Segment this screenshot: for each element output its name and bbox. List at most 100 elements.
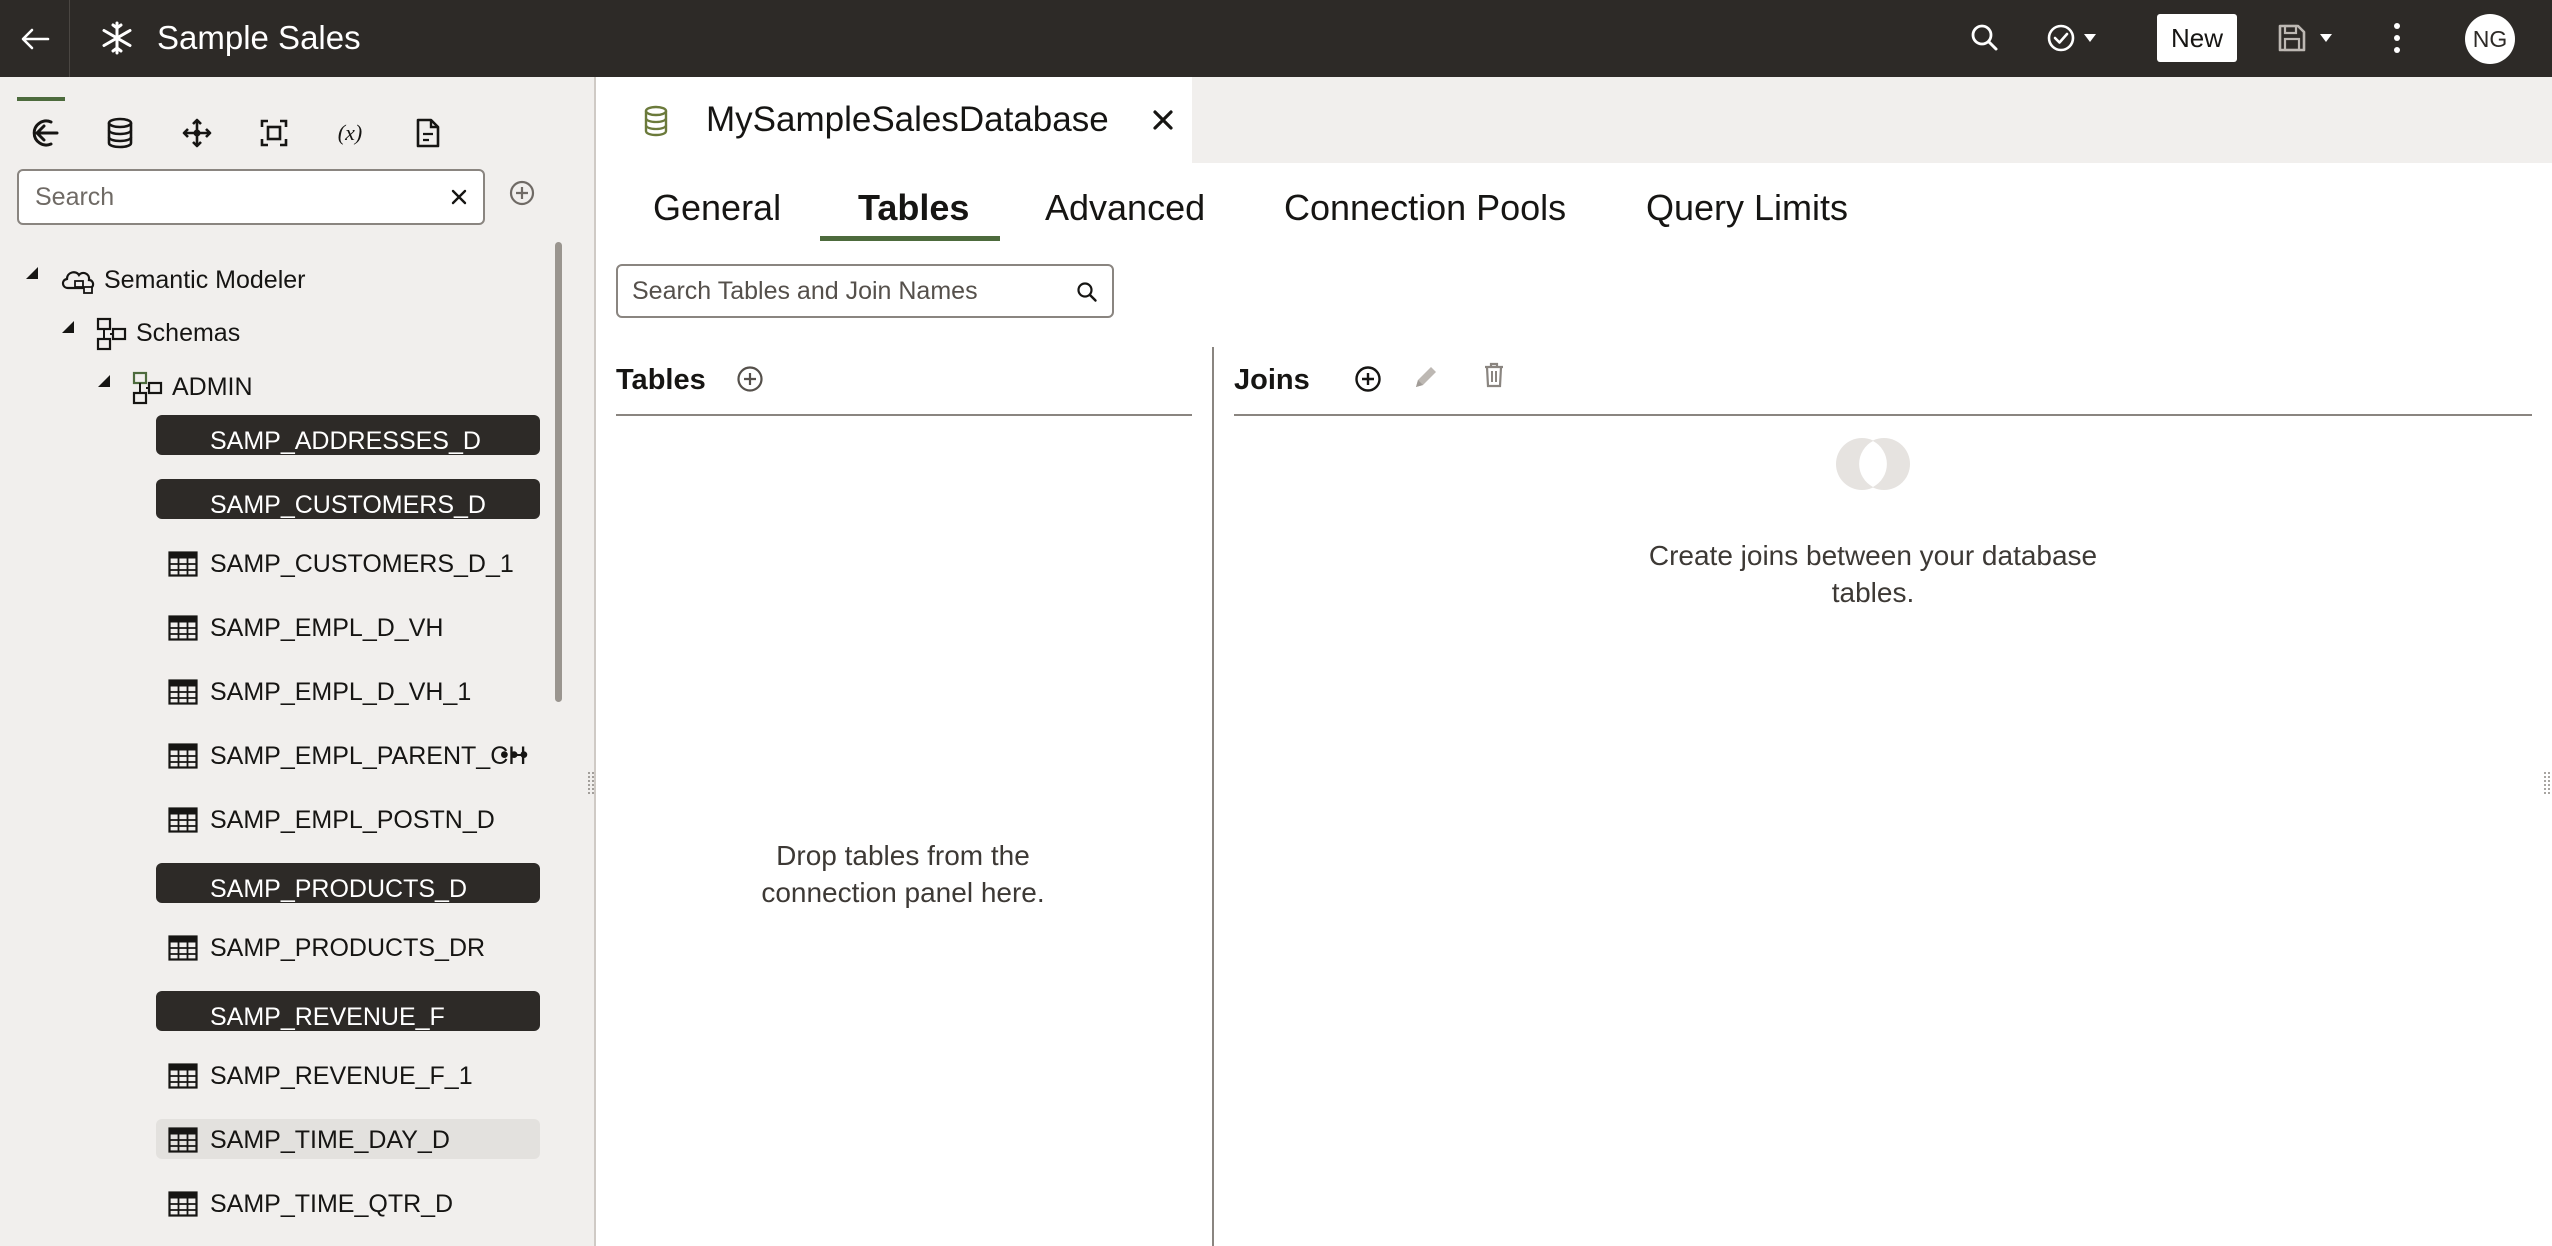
table-name: SAMP_REVENUE_F_1 — [210, 1062, 473, 1090]
search-icon — [1971, 24, 1998, 51]
tab-query-limits[interactable]: Query Limits — [1646, 181, 1848, 235]
table-name: SAMP_PRODUCTS_D — [210, 875, 467, 903]
kebab-menu-icon — [2394, 23, 2400, 53]
tab-advanced[interactable]: Advanced — [1045, 181, 1205, 235]
table-name: SAMP_TIME_QTR_D — [210, 1190, 454, 1218]
active-tab-indicator — [17, 97, 65, 101]
table-icon — [168, 551, 198, 577]
tree-table-item[interactable]: SAMP_ADDRESSES_D — [156, 415, 540, 455]
tree-node-schemas[interactable]: Schemas — [94, 313, 240, 353]
tree-table-item[interactable]: SAMP_PRODUCTS_D — [156, 863, 540, 903]
tab-connections[interactable] — [24, 113, 64, 153]
tab-presentation-layer[interactable] — [254, 113, 294, 153]
add-join-icon[interactable] — [1352, 363, 1384, 395]
document-tab-strip: MySampleSalesDatabase — [598, 77, 2552, 163]
validate-menu-button[interactable] — [2044, 18, 2106, 58]
tree-label-schemas: Schemas — [136, 318, 241, 347]
tree-table-item[interactable]: SAMP_EMPL_PARENT_CH ••• — [156, 735, 540, 775]
tree-collapse-toggle[interactable] — [94, 371, 114, 391]
save-menu-button[interactable] — [2274, 18, 2342, 58]
table-name: SAMP_EMPL_POSTN_D — [210, 806, 495, 834]
variable-icon: (x) — [338, 120, 362, 145]
tab-connection-pools[interactable]: Connection Pools — [1284, 181, 1566, 235]
tree-table-item[interactable]: SAMP_REVENUE_F — [156, 991, 540, 1031]
panel-search-input[interactable] — [35, 179, 435, 215]
tables-empty-message: Drop tables from the connection panel he… — [761, 840, 1045, 908]
table-name: SAMP_EMPL_D_VH_1 — [210, 678, 472, 706]
panel-search-box — [17, 169, 485, 225]
tree-collapse-toggle[interactable] — [58, 317, 78, 337]
active-tab-underline — [820, 236, 1000, 241]
search-button[interactable] — [1965, 18, 2005, 58]
table-icon — [168, 743, 198, 769]
add-icon[interactable] — [506, 177, 538, 209]
editor-area: MySampleSalesDatabase General Tables Adv… — [598, 77, 2552, 1246]
check-circle-icon — [2047, 24, 2096, 52]
panel-scrollbar[interactable] — [555, 242, 562, 702]
tab-variables[interactable]: (x) — [330, 113, 370, 153]
user-avatar[interactable]: NG — [2465, 14, 2515, 64]
document-tab[interactable]: MySampleSalesDatabase — [598, 77, 1192, 163]
back-button[interactable] — [0, 0, 70, 77]
add-icon[interactable] — [734, 363, 766, 395]
schema-icon — [132, 371, 163, 405]
tree-table-item[interactable]: SAMP_EMPL_POSTN_D — [156, 799, 540, 839]
table-name: SAMP_CUSTOMERS_D_1 — [210, 550, 514, 578]
document-icon — [416, 118, 440, 148]
arrow-left-icon — [21, 28, 49, 49]
section-splitter[interactable] — [1212, 347, 1214, 1246]
table-icon — [168, 679, 198, 705]
tree-node-semantic-modeler[interactable]: Semantic Modeler — [58, 260, 305, 300]
more-options-button[interactable] — [2382, 16, 2412, 60]
section-divider — [1234, 414, 2532, 416]
table-name: SAMP_TIME_DAY_D — [210, 1126, 450, 1154]
schema-icon — [96, 317, 127, 351]
search-icon[interactable] — [1076, 281, 1098, 303]
database-icon — [644, 105, 668, 137]
cloud-model-icon — [61, 271, 95, 294]
tree-table-item[interactable]: SAMP_EMPL_D_VH — [156, 607, 540, 647]
tree-node-admin[interactable]: ADMIN — [130, 367, 253, 407]
tab-physical-layer[interactable] — [100, 113, 140, 153]
joins-placeholder-icon — [1836, 438, 1910, 490]
left-panel: (x) Semantic Modeler — [0, 77, 596, 1246]
svg-text:(x): (x) — [338, 120, 362, 145]
clear-icon[interactable] — [447, 185, 471, 209]
delete-trash-icon[interactable] — [1478, 359, 1510, 391]
tree-table-item[interactable]: SAMP_CUSTOMERS_D — [156, 479, 540, 519]
close-icon[interactable] — [1150, 107, 1176, 133]
tables-section-title: Tables — [616, 364, 706, 396]
table-name: SAMP_EMPL_D_VH — [210, 614, 444, 642]
table-icon — [168, 615, 198, 641]
section-divider — [616, 414, 1192, 416]
truncation-ellipsis: ••• — [500, 741, 530, 769]
tree-table-item[interactable]: SAMP_CUSTOMERS_D_1 — [156, 543, 540, 583]
table-name: SAMP_EMPL_PARENT_CH — [210, 742, 527, 770]
connections-icon — [32, 119, 59, 147]
edit-pencil-icon[interactable] — [1410, 361, 1442, 393]
panel-resize-handle[interactable] — [588, 770, 594, 798]
tree-table-item[interactable]: SAMP_TIME_DAY_D — [156, 1119, 540, 1159]
tree-collapse-toggle[interactable] — [22, 263, 42, 283]
tree-table-item[interactable]: SAMP_REVENUE_F_1 — [156, 1055, 540, 1095]
table-name: SAMP_PRODUCTS_DR — [210, 934, 486, 962]
panel-resize-handle[interactable] — [2544, 770, 2550, 798]
database-icon — [107, 117, 133, 149]
tree-label-admin: ADMIN — [172, 372, 253, 401]
tab-documents[interactable] — [408, 113, 448, 153]
new-button[interactable]: New — [2157, 14, 2237, 62]
app-header: Sample Sales New NG — [0, 0, 2552, 77]
tree-table-item[interactable]: SAMP_TIME_QTR_D — [156, 1183, 540, 1223]
table-icon — [168, 1063, 198, 1089]
save-icon — [2278, 24, 2332, 52]
tab-logical-layer[interactable] — [177, 113, 217, 153]
table-icon — [168, 1191, 198, 1217]
tree-table-item[interactable]: SAMP_EMPL_D_VH_1 — [156, 671, 540, 711]
move-arrows-icon — [182, 118, 212, 148]
tab-general[interactable]: General — [653, 181, 781, 235]
tree-table-item[interactable]: SAMP_PRODUCTS_DR — [156, 927, 540, 967]
table-icon — [168, 807, 198, 833]
tables-search-input[interactable] — [632, 274, 1062, 308]
frame-icon — [260, 119, 288, 147]
tab-tables[interactable]: Tables — [858, 181, 969, 235]
